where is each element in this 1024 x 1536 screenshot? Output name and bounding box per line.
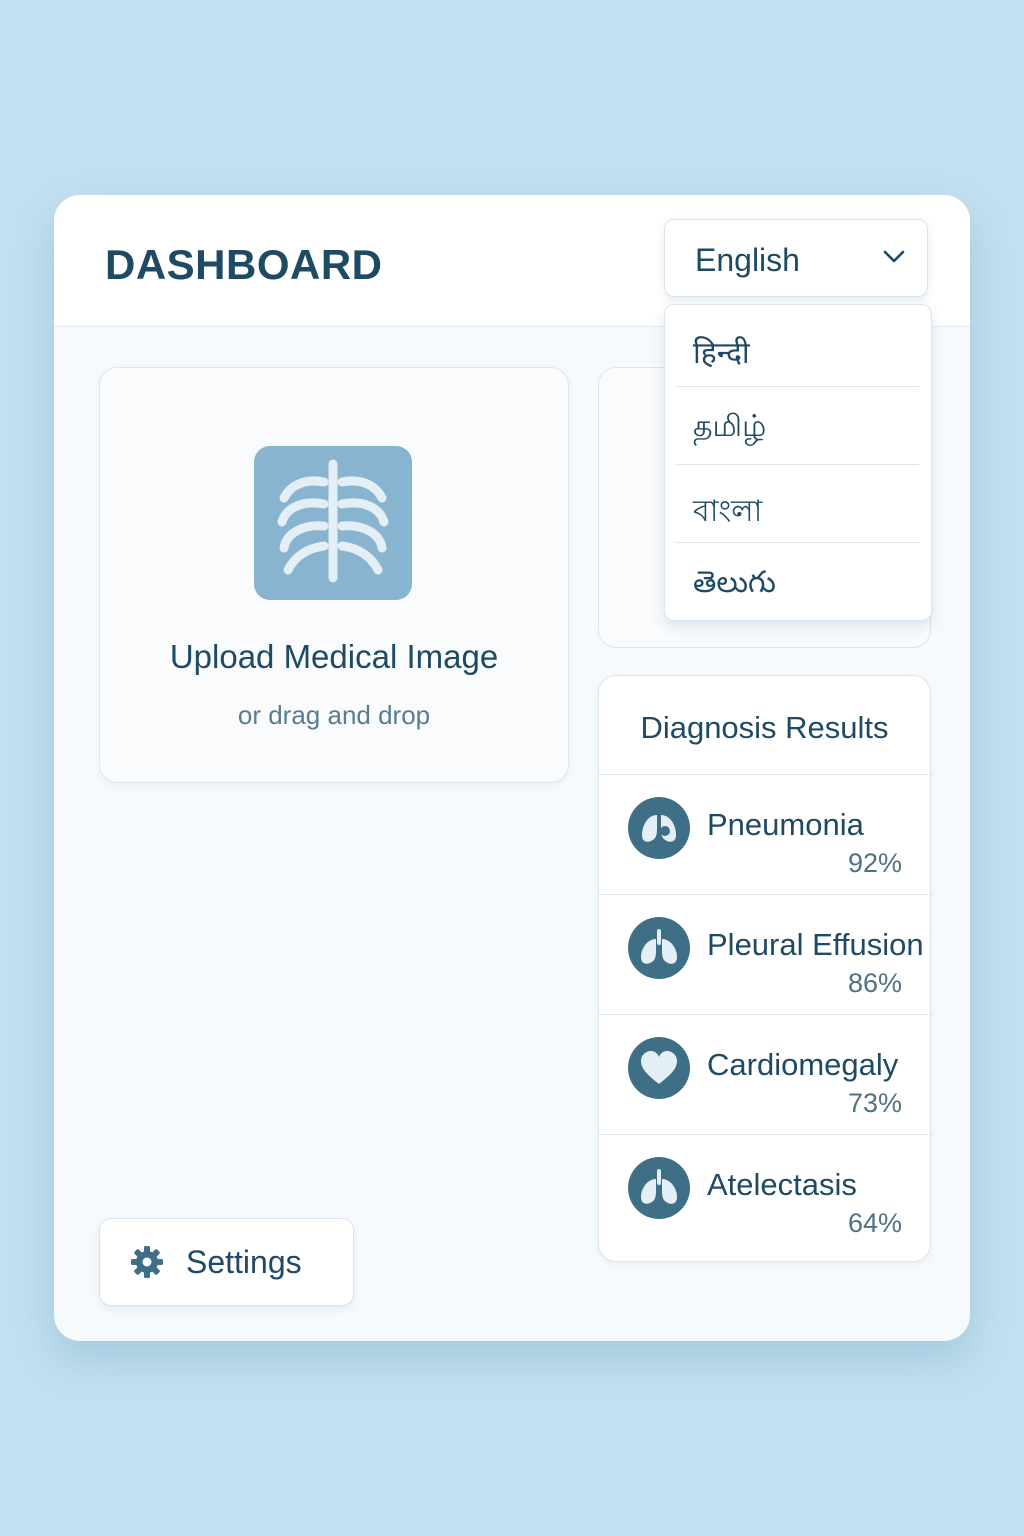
result-name: Atelectasis bbox=[707, 1167, 857, 1202]
upload-title: Upload Medical Image bbox=[169, 638, 499, 675]
chevron-down-icon bbox=[883, 250, 905, 263]
result-confidence: 92% bbox=[847, 848, 902, 878]
result-item-atelectasis[interactable]: Atelectasis 64% bbox=[599, 1135, 930, 1255]
heart-icon bbox=[628, 1037, 690, 1099]
lungs-icon bbox=[628, 1157, 690, 1219]
language-dropdown-menu: हिन्दी தமிழ் বাংলা తెలుగు bbox=[664, 304, 932, 621]
dashboard-window: DASHBOARD English Upload Medical Image o… bbox=[54, 195, 970, 1341]
upload-subtitle: or drag and drop bbox=[237, 700, 431, 730]
page-title: DASHBOARD bbox=[105, 241, 383, 288]
lungs-icon bbox=[628, 797, 690, 859]
language-option-hindi[interactable]: हिन्दी bbox=[675, 309, 919, 386]
result-confidence: 86% bbox=[847, 968, 902, 998]
language-select[interactable]: English bbox=[664, 219, 928, 297]
settings-label: Settings bbox=[186, 1244, 302, 1280]
settings-button[interactable]: Settings bbox=[99, 1218, 354, 1306]
language-option-tamil[interactable]: தமிழ் bbox=[675, 387, 919, 464]
chest-xray-icon bbox=[254, 446, 412, 600]
result-confidence: 64% bbox=[847, 1208, 902, 1238]
language-option-label: తెలుగు bbox=[693, 565, 776, 600]
lungs-icon bbox=[628, 917, 690, 979]
result-name: Pneumonia bbox=[707, 807, 864, 842]
results-title: Diagnosis Results bbox=[640, 710, 889, 745]
result-confidence: 73% bbox=[847, 1088, 902, 1118]
language-option-label: தமிழ் bbox=[693, 409, 767, 444]
language-selected-value: English bbox=[695, 242, 800, 278]
language-option-label: हिन्दी bbox=[693, 336, 750, 371]
result-item-pneumonia[interactable]: Pneumonia 92% bbox=[599, 775, 930, 895]
language-option-bengali[interactable]: বাংলা bbox=[675, 465, 919, 542]
language-option-label: বাংলা bbox=[693, 494, 763, 529]
language-option-telugu[interactable]: తెలుగు bbox=[675, 543, 919, 620]
upload-dropzone[interactable]: Upload Medical Image or drag and drop bbox=[99, 367, 569, 783]
result-name: Pleural Effusion bbox=[707, 927, 924, 962]
diagnosis-results-panel: Diagnosis Results Pneumonia 92% Pleural … bbox=[598, 675, 931, 1262]
result-name: Cardiomegaly bbox=[707, 1047, 899, 1082]
gear-icon bbox=[131, 1246, 163, 1278]
result-item-cardiomegaly[interactable]: Cardiomegaly 73% bbox=[599, 1015, 930, 1135]
result-item-pleural-effusion[interactable]: Pleural Effusion 86% bbox=[599, 895, 930, 1015]
